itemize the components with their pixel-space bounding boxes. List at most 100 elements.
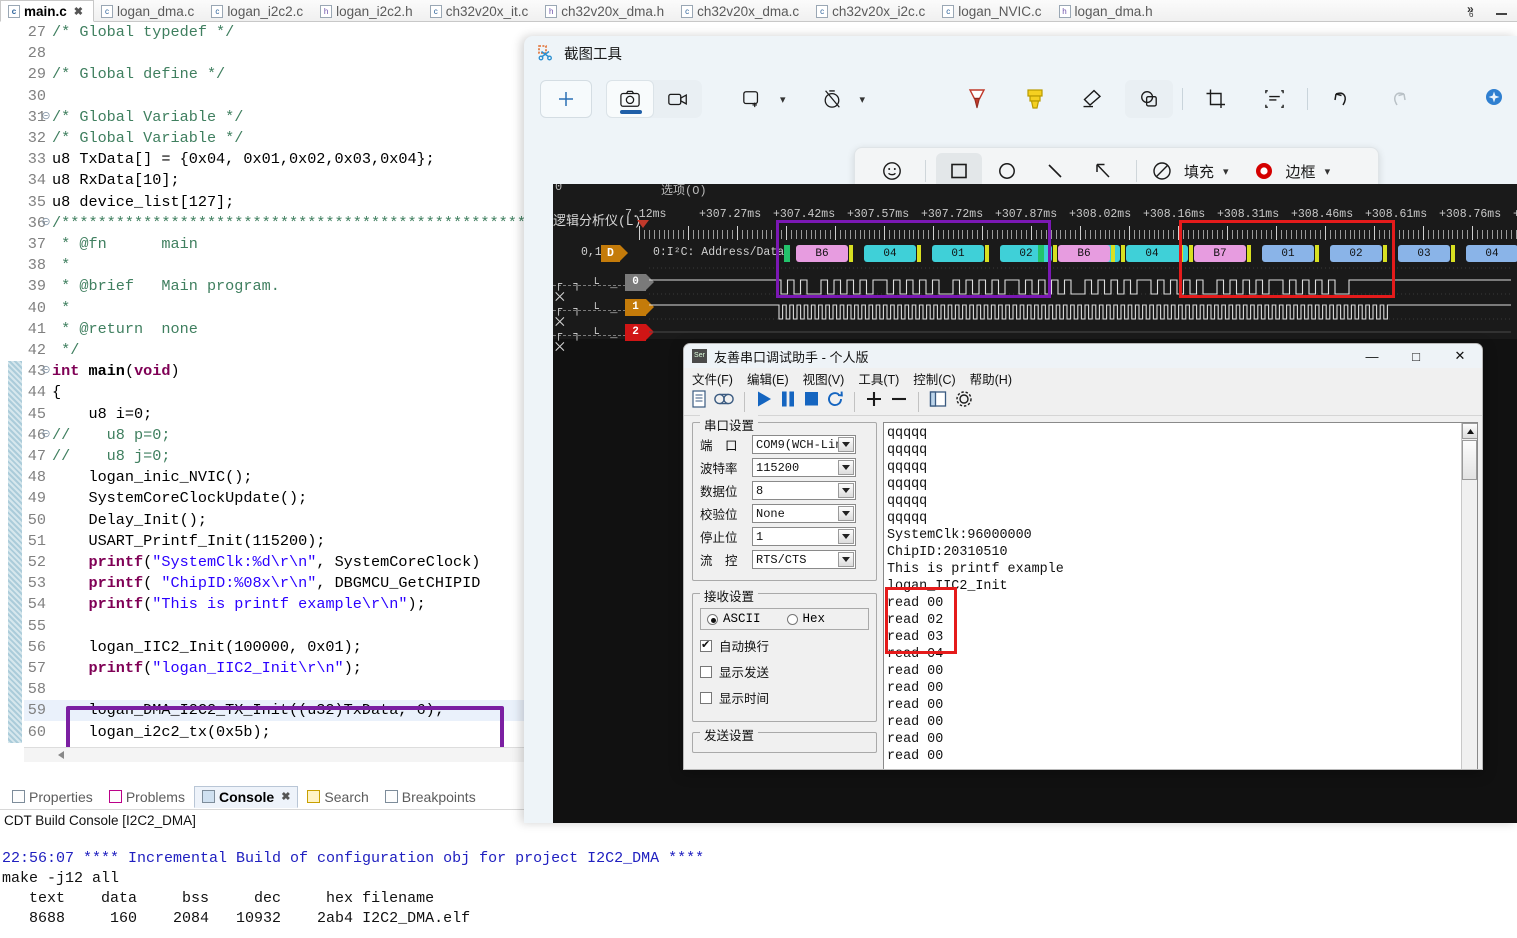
scroll-up-button[interactable] <box>1462 423 1477 439</box>
settings-button[interactable] <box>953 389 975 414</box>
minimize-button[interactable]: — <box>1350 344 1394 368</box>
view-tab-search[interactable]: Search <box>300 787 375 807</box>
code-fold-toggle[interactable]: ⊝ <box>40 425 52 446</box>
serial-menu-工具T[interactable]: 工具(T) <box>858 369 899 388</box>
border-label[interactable]: 边框 <box>1286 161 1316 182</box>
receive-checkbox-row[interactable]: 显示发送 <box>700 662 869 681</box>
code-fold-toggle[interactable]: ⊝ <box>40 361 52 382</box>
tab-overflow-button[interactable]: » 6 <box>1464 1 1482 21</box>
snip-shape-button[interactable] <box>728 80 776 118</box>
close-icon[interactable]: ✖ <box>281 790 290 803</box>
layout-button[interactable] <box>928 389 948 414</box>
checkbox[interactable] <box>700 691 712 704</box>
crop-button[interactable] <box>1192 80 1240 118</box>
serial-menu-帮助H[interactable]: 帮助(H) <box>970 369 1012 388</box>
la-channel-badge[interactable]: 2 <box>625 324 654 341</box>
serial-menu-编辑E[interactable]: 编辑(E) <box>747 369 789 388</box>
editor-tab-logan_i2c2-c[interactable]: c logan_i2c2.c <box>204 0 313 22</box>
port-setting-select[interactable]: 115200 <box>752 458 856 477</box>
checkbox[interactable] <box>700 665 712 678</box>
record-button[interactable] <box>713 390 735 413</box>
close-icon[interactable]: ✖ <box>74 5 83 18</box>
serial-debug-assistant-window: Ser 友善串口调试助手 - 个人版 — □ ✕ 文件(F) 编辑(E) 视图(V)… <box>683 343 1483 770</box>
more-options-button[interactable] <box>1483 86 1505 113</box>
chevron-down-icon[interactable] <box>838 506 854 521</box>
chevron-down-icon[interactable] <box>838 529 854 544</box>
minimize-view-icon[interactable] <box>1496 12 1507 15</box>
undo-button[interactable] <box>1317 80 1365 118</box>
view-tab-breakpoints[interactable]: Breakpoints <box>378 787 483 807</box>
fill-label[interactable]: 填充 <box>1184 161 1214 182</box>
editor-tab-logan_dma-c[interactable]: c logan_dma.c <box>94 0 204 22</box>
receive-checkbox-row[interactable]: 自动换行 <box>700 636 869 655</box>
chevron-down-icon[interactable] <box>838 437 854 452</box>
image-capture-mode-button[interactable] <box>606 80 654 118</box>
snip-shape-mode-split[interactable]: ▾ <box>728 80 786 118</box>
eraser-button[interactable] <box>1069 80 1117 118</box>
scroll-thumb[interactable] <box>1462 440 1477 480</box>
port-setting-select[interactable]: None <box>752 504 856 523</box>
serial-menu-控制C[interactable]: 控制(C) <box>913 369 955 388</box>
la-options-menu[interactable]: 选项(O) <box>661 184 707 198</box>
chevron-down-icon[interactable]: ▾ <box>780 93 786 106</box>
add-button[interactable] <box>864 389 884 414</box>
terminal-scrollbar[interactable] <box>1461 423 1477 769</box>
editor-tab-ch32v20x_dma-c[interactable]: c ch32v20x_dma.c <box>674 0 809 22</box>
view-tab-problems[interactable]: Problems <box>102 787 192 807</box>
port-setting-select[interactable]: 1 <box>752 527 856 546</box>
code-fold-toggle[interactable]: ⊝ <box>40 107 52 128</box>
close-button[interactable]: ✕ <box>1438 344 1482 368</box>
editor-tab-ch32v20x_it-c[interactable]: c ch32v20x_it.c <box>423 0 539 22</box>
chevron-down-icon[interactable]: ▾ <box>1223 165 1229 178</box>
view-tab-console[interactable]: Console ✖ <box>193 785 299 808</box>
text-actions-button[interactable] <box>1250 80 1298 118</box>
remove-button[interactable] <box>889 389 909 414</box>
chevron-down-icon[interactable] <box>838 552 854 567</box>
receive-checkbox-row[interactable]: 显示时间 <box>700 688 869 707</box>
stop-button[interactable] <box>802 389 820 414</box>
chevron-down-icon[interactable] <box>838 483 854 498</box>
serial-menu-视图V[interactable]: 视图(V) <box>803 369 845 388</box>
chevron-down-icon[interactable]: ▾ <box>860 93 866 106</box>
editor-tab-ch32v20x_i2c-c[interactable]: c ch32v20x_i2c.c <box>809 0 935 22</box>
shapes-button[interactable] <box>1125 80 1174 118</box>
view-tab-properties[interactable]: Properties <box>5 787 100 807</box>
new-file-button[interactable] <box>690 389 708 414</box>
la-cursor-marker[interactable] <box>637 220 649 228</box>
editor-tab-logan_i2c2-h[interactable]: h logan_i2c2.h <box>313 0 423 22</box>
serial-terminal-output[interactable]: qqqqq qqqqq qqqqq qqqqq qqqqq qqqqq Syst… <box>883 422 1478 769</box>
highlighter-button[interactable] <box>1011 80 1059 118</box>
port-setting-select[interactable]: RTS/CTS <box>752 550 856 569</box>
chevron-down-icon[interactable]: ▾ <box>1325 165 1331 178</box>
la-channel-badge[interactable]: 0 <box>625 274 654 291</box>
serial-menu-文件F[interactable]: 文件(F) <box>692 369 733 388</box>
view-tab-label: Properties <box>29 788 93 805</box>
port-setting-select[interactable]: COM9(WCH-Link <box>752 435 856 454</box>
chevron-down-icon[interactable] <box>838 460 854 475</box>
la-channel-trigger-icons[interactable]: ┌ ┐ └ _ ⨉ <box>555 277 621 305</box>
editor-tab-main-c[interactable]: c main.c ✖ <box>0 0 94 22</box>
scroll-left-arrow[interactable] <box>58 751 64 759</box>
editor-tab-ch32v20x_dma-h[interactable]: h ch32v20x_dma.h <box>538 0 674 22</box>
editor-tab-logan_NVIC-c[interactable]: c logan_NVIC.c <box>935 0 1051 22</box>
la-decoder-badge[interactable]: D <box>601 245 628 262</box>
la-tick <box>732 230 734 239</box>
port-setting-select[interactable]: 8 <box>752 481 856 500</box>
code-fold-toggle[interactable]: ⊝ <box>40 213 52 234</box>
pen-button[interactable] <box>953 80 1001 118</box>
pause-button[interactable] <box>779 389 797 414</box>
snip-delay-split[interactable]: ▾ <box>808 80 866 118</box>
maximize-button[interactable]: □ <box>1394 344 1438 368</box>
editor-tab-logan_dma-h[interactable]: h logan_dma.h <box>1052 0 1163 22</box>
video-capture-mode-button[interactable] <box>654 80 702 118</box>
la-channel-badge[interactable]: 1 <box>625 299 654 316</box>
new-snip-button[interactable] <box>540 80 592 118</box>
la-channel-trigger-icons[interactable]: ┌ ┐ └ _ ⨉ <box>555 327 621 355</box>
radio-hex[interactable]: Hex <box>786 612 825 626</box>
la-channel-trigger-icons[interactable]: ┌ ┐ └ _ ⨉ <box>555 302 621 330</box>
start-button[interactable] <box>754 389 774 414</box>
radio-ascii[interactable]: ASCII <box>707 612 761 626</box>
checkbox[interactable] <box>700 638 712 652</box>
snip-delay-button[interactable] <box>808 80 856 118</box>
refresh-button[interactable] <box>825 389 845 414</box>
